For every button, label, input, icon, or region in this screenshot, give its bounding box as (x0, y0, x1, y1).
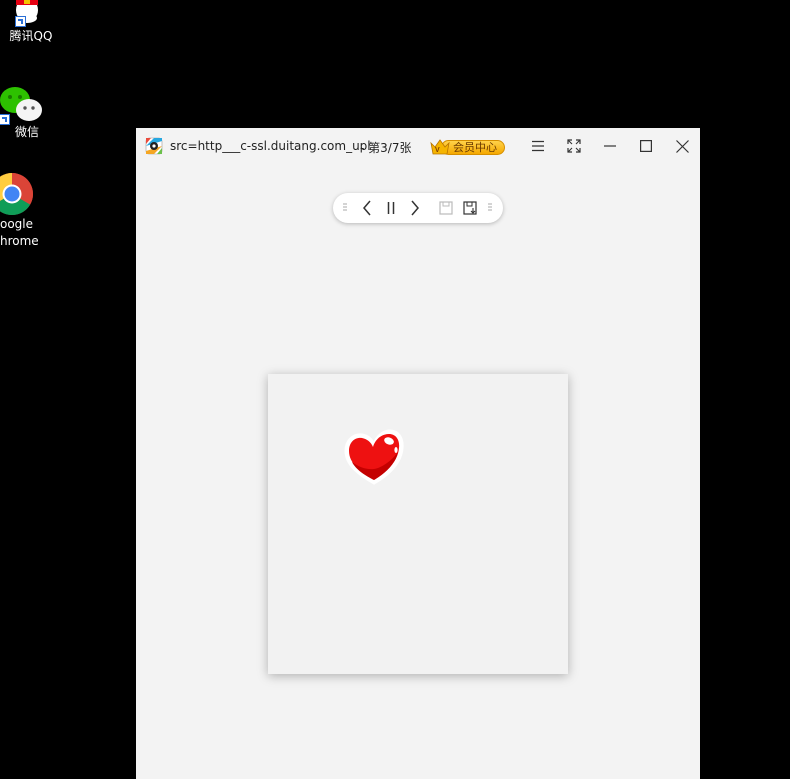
fullscreen-icon (567, 139, 581, 153)
grip-icon (488, 203, 492, 211)
save-as-button[interactable] (460, 198, 480, 218)
close-button[interactable] (670, 134, 694, 158)
next-icon (411, 200, 419, 216)
previous-image-button[interactable] (357, 198, 377, 218)
fullscreen-button[interactable] (562, 134, 586, 158)
desktop-icon-label: 腾讯QQ (9, 29, 53, 43)
image-counter: - 第3/7张 (360, 141, 412, 155)
pause-icon (387, 202, 395, 214)
desktop-icon-label: 微信 (14, 125, 39, 139)
grip-icon (343, 203, 347, 211)
minimize-button[interactable] (598, 134, 622, 158)
maximize-button[interactable] (634, 134, 658, 158)
toolbar-grip-left[interactable] (338, 198, 352, 218)
svg-text:V: V (435, 147, 440, 154)
previous-icon (363, 200, 371, 216)
qq-icon (3, 0, 43, 28)
desktop-icon-wechat[interactable]: 微信 (0, 84, 55, 141)
desktop-icon-label-line2: hrome (0, 234, 39, 248)
vip-center-button[interactable]: V 会员中心 (429, 137, 507, 157)
desktop: 腾讯QQ 微信 oogle hrome src=http___c-ssl.dui… (0, 0, 790, 779)
desktop-icon-label-line1: oogle (0, 217, 34, 231)
toolbar-grip-right[interactable] (483, 198, 497, 218)
save-icon (439, 201, 453, 215)
close-icon (675, 139, 689, 153)
maximize-icon (640, 140, 652, 152)
save-as-icon (463, 201, 477, 215)
chrome-icon (0, 172, 34, 216)
app-logo-icon (145, 137, 163, 155)
heart-image (344, 429, 404, 485)
floating-toolbar (333, 193, 503, 223)
vip-crown-icon: V (429, 137, 451, 157)
desktop-icon-qq[interactable]: 腾讯QQ (0, 0, 58, 48)
shortcut-arrow-icon (15, 16, 26, 27)
displayed-image[interactable] (268, 374, 568, 674)
minimize-icon (604, 145, 616, 147)
menu-button[interactable] (526, 134, 550, 158)
wechat-icon (0, 84, 45, 125)
shortcut-arrow-icon (0, 114, 10, 125)
title-bar[interactable]: src=http___c-ssl.duitang.com_upl - 第3/7张… (136, 128, 700, 166)
vip-center-label: 会员中心 (453, 141, 497, 154)
menu-icon (532, 140, 544, 152)
next-image-button[interactable] (405, 198, 425, 218)
image-viewer-window: src=http___c-ssl.duitang.com_upl - 第3/7张… (136, 128, 700, 779)
pause-slideshow-button[interactable] (381, 198, 401, 218)
desktop-icon-chrome[interactable]: oogle hrome (0, 172, 50, 250)
save-button[interactable] (436, 198, 456, 218)
